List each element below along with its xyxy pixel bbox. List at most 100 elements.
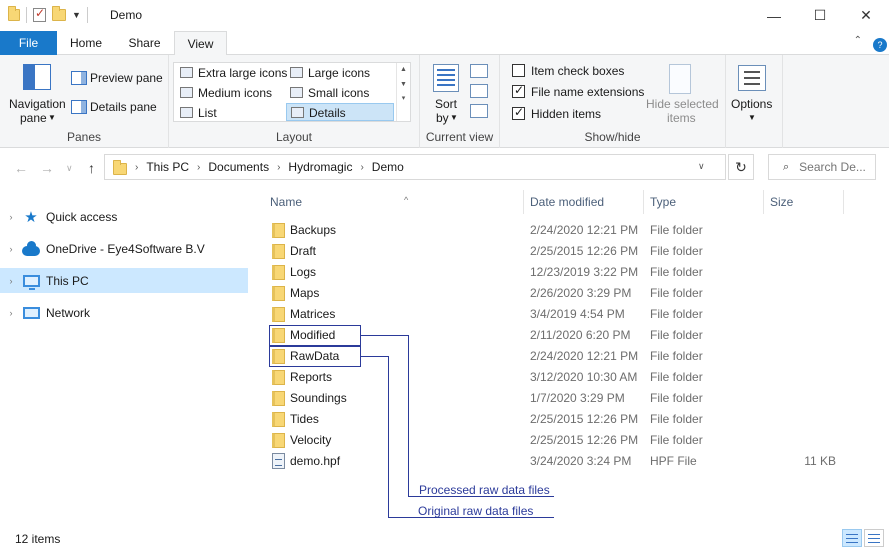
item-check-boxes-checkbox[interactable]: [512, 64, 525, 77]
breadcrumb-demo[interactable]: Demo: [372, 160, 404, 174]
toolbar-divider: [26, 7, 27, 23]
expand-icon[interactable]: ›: [0, 276, 22, 286]
column-header-name[interactable]: Name ^: [264, 190, 524, 214]
chevron-down-icon[interactable]: ▼: [748, 113, 756, 122]
expand-icon[interactable]: ›: [0, 212, 22, 222]
column-header-size[interactable]: Size: [764, 190, 844, 214]
nav-item-onedrive[interactable]: › OneDrive - Eye4Software B.V: [0, 236, 248, 261]
file-row[interactable]: RawData 2/24/2020 12:21 PM File folder: [264, 346, 844, 367]
sort-icon[interactable]: [433, 64, 459, 92]
layout-large-icons[interactable]: Large icons: [286, 64, 394, 82]
minimize-button[interactable]: —: [751, 0, 797, 31]
file-row[interactable]: Matrices 3/4/2019 4:54 PM File folder: [264, 304, 844, 325]
recent-locations-icon[interactable]: ∨: [66, 163, 73, 174]
file-row[interactable]: Logs 12/23/2019 3:22 PM File folder: [264, 262, 844, 283]
file-name-extensions-checkbox[interactable]: [512, 83, 525, 98]
search-input[interactable]: [799, 160, 866, 174]
back-arrow-icon[interactable]: ←: [14, 160, 28, 176]
sort-by-button-line2[interactable]: by: [436, 111, 449, 125]
chevron-right-icon[interactable]: ›: [277, 162, 280, 173]
item-check-boxes-label[interactable]: Item check boxes: [531, 64, 624, 78]
file-row[interactable]: Velocity 2/25/2015 12:26 PM File folder: [264, 430, 844, 451]
file-date: 2/25/2015 12:26 PM: [530, 244, 639, 258]
layout-extra-large-icons[interactable]: Extra large icons: [176, 64, 287, 82]
layout-small-icons[interactable]: Small icons: [286, 84, 394, 102]
layout-medium-icons[interactable]: Medium icons: [176, 84, 284, 102]
callout-line: [361, 335, 409, 336]
maximize-button[interactable]: ☐: [797, 0, 843, 31]
file-row[interactable]: Modified 2/11/2020 6:20 PM File folder: [264, 325, 844, 346]
tab-view[interactable]: View: [174, 31, 227, 56]
hidden-items-checkbox[interactable]: [512, 105, 525, 120]
nav-item-this-pc[interactable]: › This PC: [0, 268, 248, 293]
navigation-pane-icon[interactable]: [23, 64, 51, 90]
large-icons-view-icon[interactable]: [864, 529, 884, 547]
nav-item-label: Network: [46, 305, 91, 320]
customize-toolbar-icon[interactable]: ▼: [72, 10, 81, 20]
file-name: Logs: [290, 265, 317, 279]
address-dropdown-icon[interactable]: ∨: [698, 161, 705, 172]
properties-icon[interactable]: [33, 6, 46, 22]
folder-icon: [113, 159, 127, 175]
layout-list[interactable]: List: [176, 104, 284, 122]
small-icons-icon: [290, 87, 303, 98]
expand-icon[interactable]: ›: [0, 308, 22, 318]
layout-details[interactable]: Details: [286, 103, 394, 121]
help-icon[interactable]: ?: [873, 38, 887, 52]
computer-icon: [22, 273, 40, 290]
refresh-button[interactable]: ↻: [728, 154, 754, 180]
breadcrumb-hydromagic[interactable]: Hydromagic: [288, 160, 352, 174]
search-box[interactable]: ⌕: [768, 154, 876, 180]
breadcrumb-this-pc[interactable]: This PC: [146, 160, 189, 174]
add-columns-icon[interactable]: [470, 84, 488, 98]
tab-share[interactable]: Share: [115, 31, 174, 55]
file-name-extensions-label[interactable]: File name extensions: [531, 85, 644, 99]
file-row[interactable]: Maps 2/26/2020 3:29 PM File folder: [264, 283, 844, 304]
nav-item-network[interactable]: › Network: [0, 300, 248, 325]
navigation-pane-button-line2[interactable]: pane: [20, 111, 47, 125]
details-pane-icon[interactable]: [71, 100, 87, 114]
navigation-pane-button[interactable]: Navigation: [9, 97, 66, 111]
preview-pane-icon[interactable]: [71, 71, 87, 85]
column-header-date[interactable]: Date modified: [524, 190, 644, 214]
folder-icon: [8, 6, 20, 21]
column-header-type[interactable]: Type: [644, 190, 764, 214]
forward-arrow-icon[interactable]: →: [40, 160, 54, 176]
chevron-down-icon[interactable]: ▼: [48, 113, 56, 122]
group-by-icon[interactable]: [470, 64, 488, 78]
options-icon[interactable]: [738, 65, 766, 91]
preview-pane-button[interactable]: Preview pane: [90, 71, 163, 85]
address-bar[interactable]: › This PC › Documents › Hydromagic › Dem…: [104, 154, 726, 180]
details-pane-button[interactable]: Details pane: [90, 100, 157, 114]
new-folder-icon[interactable]: [52, 6, 66, 21]
hidden-items-label[interactable]: Hidden items: [531, 107, 601, 121]
expand-icon[interactable]: ›: [0, 244, 22, 254]
file-row[interactable]: Backups 2/24/2020 12:21 PM File folder: [264, 220, 844, 241]
breadcrumb-documents[interactable]: Documents: [208, 160, 269, 174]
collapse-ribbon-icon[interactable]: ⌃: [854, 35, 862, 46]
file-row[interactable]: Soundings 1/7/2020 3:29 PM File folder: [264, 388, 844, 409]
folder-icon: [272, 412, 285, 427]
chevron-right-icon[interactable]: ›: [360, 162, 363, 173]
up-arrow-icon[interactable]: ↑: [88, 160, 95, 176]
options-button[interactable]: Options: [731, 97, 772, 111]
close-button[interactable]: ✕: [843, 0, 889, 31]
file-row[interactable]: demo.hpf 3/24/2020 3:24 PM HPF File 11 K…: [264, 451, 844, 472]
file-row[interactable]: Tides 2/25/2015 12:26 PM File folder: [264, 409, 844, 430]
cloud-icon: [22, 240, 40, 257]
file-row[interactable]: Reports 3/12/2020 10:30 AM File folder: [264, 367, 844, 388]
chevron-right-icon[interactable]: ›: [197, 162, 200, 173]
toolbar-divider: [86, 7, 88, 23]
layout-gallery-scroll[interactable]: ▲ ▼ ▾: [396, 63, 410, 121]
star-icon: ★: [24, 208, 38, 226]
tab-home[interactable]: Home: [57, 31, 115, 55]
size-columns-icon[interactable]: [470, 104, 488, 118]
sort-by-button[interactable]: Sort: [435, 97, 457, 111]
chevron-down-icon[interactable]: ▼: [450, 113, 458, 122]
nav-item-quick-access[interactable]: › ★ Quick access: [0, 204, 248, 229]
tab-file[interactable]: File: [0, 31, 57, 55]
chevron-right-icon[interactable]: ›: [135, 162, 138, 173]
details-view-icon[interactable]: [842, 529, 862, 547]
file-type: File folder: [650, 412, 703, 426]
file-row[interactable]: Draft 2/25/2015 12:26 PM File folder: [264, 241, 844, 262]
